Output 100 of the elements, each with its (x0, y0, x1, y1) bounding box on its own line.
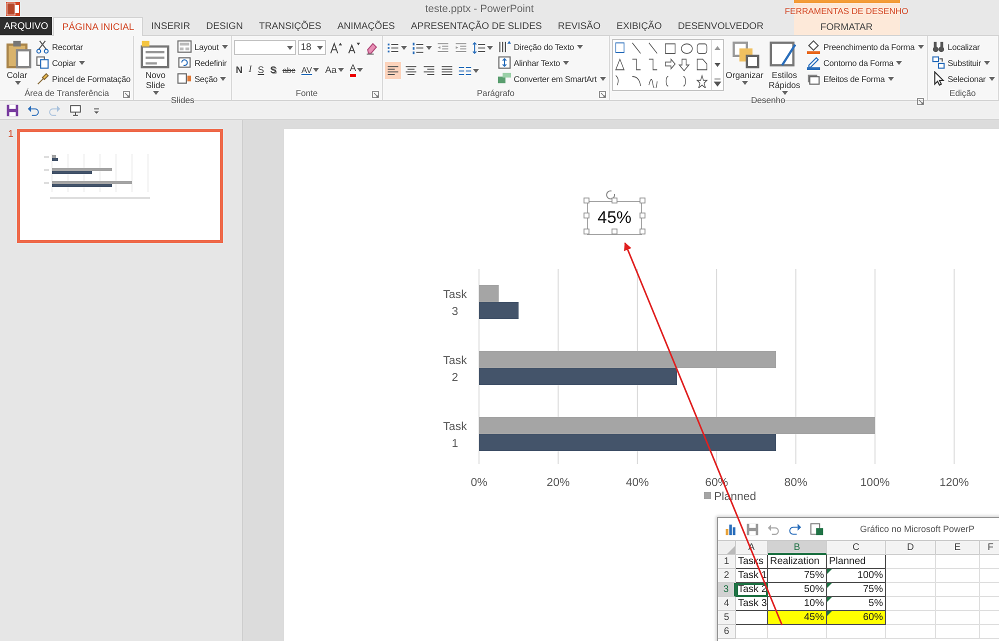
ribbon-tab[interactable]: ARQUIVO (0, 17, 52, 35)
ribbon-tab[interactable]: PÁGINA INICIAL (53, 17, 144, 36)
section-icon (177, 71, 192, 86)
caret-icon (78, 60, 85, 64)
binoculars-icon (930, 39, 946, 54)
quick-access-button[interactable] (27, 104, 40, 116)
caret-icon (220, 76, 226, 80)
column-header[interactable]: C (827, 541, 886, 555)
row-header[interactable]: 6 (718, 625, 736, 639)
ribbon-icon-button[interactable] (470, 39, 494, 56)
window-title: teste.pptx - PowerPoint (425, 2, 534, 14)
align-left-icon (386, 64, 400, 78)
format-button[interactable]: I (246, 62, 254, 78)
caret-icon (563, 60, 570, 64)
undo-icon (27, 104, 40, 116)
dialog-launcher-icon[interactable] (123, 91, 130, 98)
axis-tick-label: 80% (784, 477, 808, 489)
ribbon-large-button[interactable]: Estilos Rápidos (765, 39, 804, 95)
ribbon-button[interactable]: Recortar (34, 39, 132, 54)
redo-icon (48, 104, 61, 116)
ribbon-tab[interactable]: INSERIR (143, 17, 198, 35)
ribbon-tab[interactable]: REVISÃO (550, 17, 609, 35)
format-button[interactable]: A (348, 62, 366, 78)
font-name-field[interactable] (234, 40, 296, 55)
format-button[interactable]: abc (280, 62, 298, 78)
ribbon-icon-button[interactable] (328, 39, 344, 56)
ribbon-large-button[interactable]: Novo Slide (136, 39, 174, 95)
ribbon-tab[interactable]: EXIBIÇÃO (608, 17, 670, 35)
format-button[interactable]: S (268, 62, 278, 78)
ribbon-button[interactable]: Preenchimento da Forma (805, 39, 925, 54)
shape-gallery[interactable] (612, 39, 724, 91)
ribbon-button[interactable]: Contorno da Forma (805, 55, 925, 70)
ribbon-button[interactable]: Copiar (34, 55, 132, 70)
ribbon-button[interactable]: Localizar (930, 39, 996, 54)
column-header[interactable]: E (936, 541, 980, 555)
legend-swatch (704, 492, 711, 499)
ribbon-tab[interactable]: ANIMAÇÕES (329, 17, 403, 35)
ribbon-button[interactable]: Alinhar Texto (496, 55, 607, 70)
ribbon-tab[interactable]: FORMATAR (812, 19, 881, 35)
numbering-icon (410, 40, 425, 54)
caret-icon (988, 76, 995, 80)
row-header[interactable]: 2 (718, 569, 736, 583)
quick-access-button[interactable] (69, 104, 82, 116)
paint-bucket-icon (806, 39, 822, 54)
ribbon-icon-button[interactable] (384, 62, 401, 79)
group-label: Edição (950, 88, 976, 100)
column-header[interactable]: B (768, 541, 827, 555)
table-cell (936, 569, 980, 583)
ribbon-button[interactable]: Converter em SmartArt (496, 71, 607, 86)
row-header[interactable]: 4 (718, 597, 736, 611)
ribbon-button[interactable]: Layout (176, 39, 229, 54)
table-cell: 75% (768, 569, 827, 583)
dialog-launcher-icon[interactable] (598, 91, 606, 98)
ribbon-button[interactable]: Direção do Texto (496, 39, 607, 54)
triangle-icon (727, 546, 735, 554)
quick-access-button[interactable] (6, 104, 19, 116)
table-cell (886, 625, 936, 639)
format-button[interactable]: AV (299, 62, 322, 78)
smartart-icon (496, 71, 512, 86)
format-button[interactable]: N (234, 62, 245, 78)
ribbon-button[interactable]: Redefinir (176, 55, 229, 70)
ribbon-large-button[interactable]: Colar (2, 39, 32, 85)
format-button[interactable]: S (256, 62, 266, 78)
column-header[interactable]: D (886, 541, 936, 555)
caret-icon (313, 68, 320, 72)
row-header[interactable]: 3 (718, 583, 736, 597)
group-label: Fonte (296, 88, 318, 100)
caret-icon (426, 46, 432, 50)
align-right-icon (422, 64, 436, 78)
column-header[interactable]: F (980, 541, 999, 555)
ribbon-button[interactable]: Pincel de Formatação (34, 71, 132, 86)
dialog-launcher-icon[interactable] (916, 98, 924, 105)
increase-indent-icon (454, 40, 468, 54)
save-icon (6, 104, 19, 116)
row-header[interactable]: 5 (718, 611, 736, 625)
ribbon-button[interactable]: Selecionar (930, 71, 996, 86)
caret-icon (357, 68, 364, 72)
slide-thumbnail[interactable] (16, 129, 223, 243)
ribbon-button[interactable]: Seção (176, 71, 229, 86)
group-label: Parágrafo (476, 88, 515, 100)
ribbon-tab[interactable]: DESENVOLVEDOR (670, 17, 772, 35)
category-label: Task 3 (443, 289, 467, 318)
font-size-field[interactable]: 18 (298, 40, 326, 55)
dialog-launcher-icon[interactable] (372, 91, 379, 98)
ribbon-button[interactable]: Substituir (930, 55, 996, 70)
ribbon-tab[interactable]: APRESENTAÇÃO DE SLIDES (402, 17, 550, 35)
more-icon[interactable] (712, 76, 722, 88)
ribbon-tab[interactable]: TRANSIÇÕES (250, 17, 330, 35)
layout-icon (177, 39, 192, 54)
caret-icon (918, 44, 924, 48)
ribbon-button[interactable]: Efeitos de Forma (805, 71, 925, 86)
axis-tick-label: 100% (860, 477, 890, 489)
paintbrush-icon (35, 71, 50, 86)
format-button[interactable]: Aa (323, 62, 346, 78)
ribbon-tab[interactable]: DESIGN (198, 17, 251, 35)
table-cell (936, 555, 980, 569)
bullets-icon (386, 40, 400, 54)
ribbon-large-button[interactable]: Organizar (726, 39, 764, 85)
row-header[interactable]: 1 (718, 555, 736, 569)
group-label: Desenho (750, 94, 786, 105)
